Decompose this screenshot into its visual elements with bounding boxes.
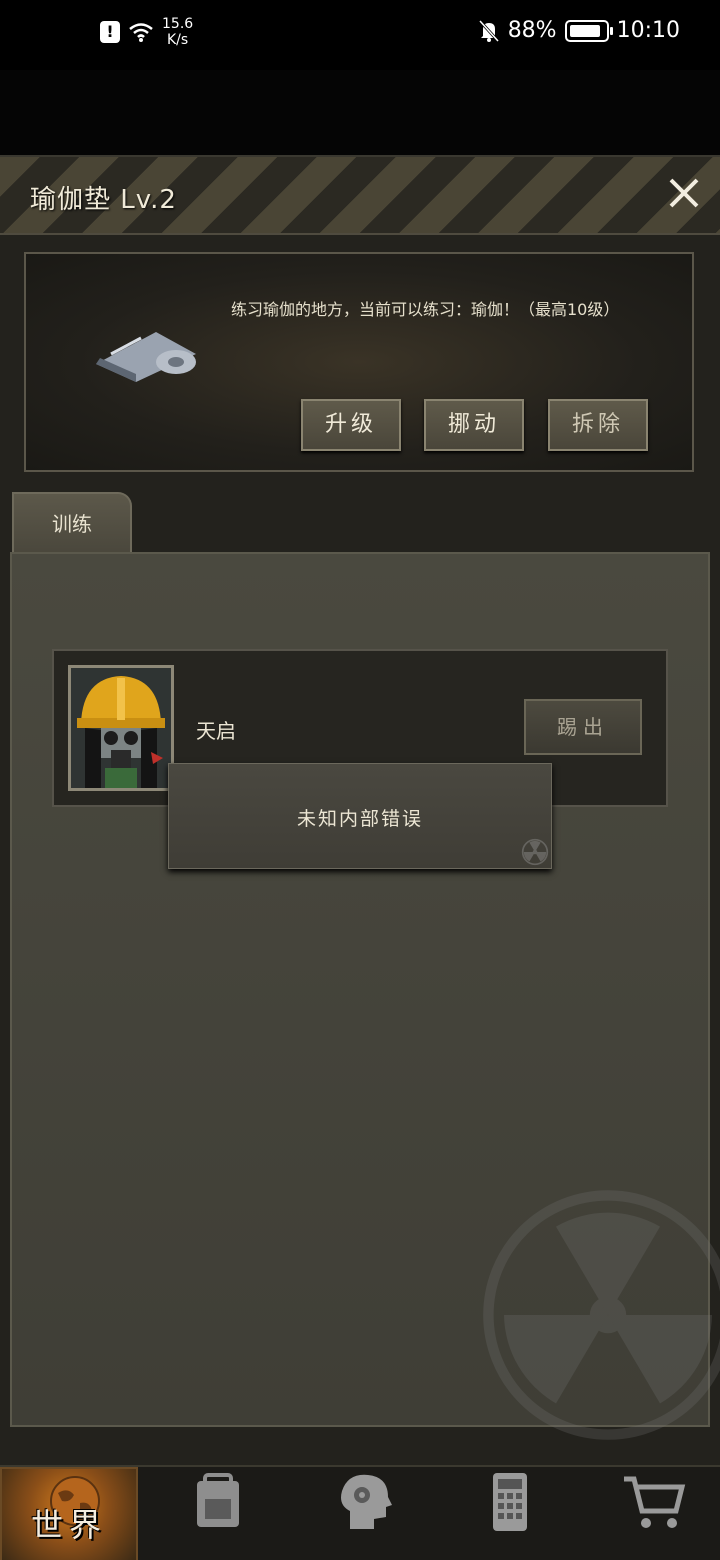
game-background xyxy=(0,70,720,160)
nav-character[interactable] xyxy=(292,1467,436,1560)
dialog-header: 瑜伽垫 Lv.2 xyxy=(0,157,720,235)
move-button[interactable]: 挪动 xyxy=(424,399,524,451)
building-description: 练习瑜伽的地方，当前可以练习：瑜伽！（最高10级） xyxy=(231,300,620,319)
clock: 10:10 xyxy=(616,18,680,43)
phone-icon xyxy=(493,1473,527,1531)
battery-icon xyxy=(564,19,613,42)
avatar-portrait xyxy=(71,668,171,788)
kick-button[interactable]: 踢出 xyxy=(524,699,642,755)
dialog-title: 瑜伽垫 Lv.2 xyxy=(30,185,177,215)
close-icon[interactable] xyxy=(666,175,702,211)
status-bar: ! 15.6 K/s 88% 10:10 xyxy=(0,0,720,70)
bottom-nav: 世界 xyxy=(0,1465,720,1560)
remove-button[interactable]: 拆除 xyxy=(548,399,648,451)
cart-icon xyxy=(624,1476,686,1528)
member-name: 天启 xyxy=(196,719,236,743)
yoga-mat-icon xyxy=(96,332,196,382)
battery-percent: 88% xyxy=(507,18,557,43)
member-avatar[interactable] xyxy=(68,665,174,791)
nav-world[interactable]: 世界 xyxy=(0,1467,138,1560)
head-gear-icon xyxy=(341,1474,392,1529)
nav-phone[interactable] xyxy=(437,1467,581,1560)
wifi-icon xyxy=(129,23,153,42)
error-toast: 未知内部错误 xyxy=(168,763,552,869)
nav-shop[interactable] xyxy=(582,1467,720,1560)
network-speed-value: 15.6 xyxy=(162,16,194,32)
status-left: ! 15.6 K/s xyxy=(100,16,193,48)
nav-world-label: 世界 xyxy=(30,1506,107,1544)
training-content: 天启 踢出 xyxy=(10,552,720,1440)
alert-icon: ! xyxy=(100,21,120,43)
bell-off-icon xyxy=(478,19,499,42)
tab-training[interactable]: 训练 xyxy=(12,492,132,554)
status-right: 88% 10:10 xyxy=(478,18,680,43)
radiation-icon xyxy=(521,838,549,866)
network-speed: 15.6 K/s xyxy=(162,16,193,48)
network-speed-unit: K/s xyxy=(166,32,189,48)
upgrade-button[interactable]: 升级 xyxy=(301,399,401,451)
backpack-icon xyxy=(197,1473,239,1527)
radiation-watermark-icon xyxy=(483,1190,720,1440)
nav-backpack[interactable] xyxy=(145,1467,289,1560)
building-info: 练习瑜伽的地方，当前可以练习：瑜伽！（最高10级） 升级 挪动 拆除 xyxy=(24,252,694,472)
error-message: 未知内部错误 xyxy=(296,808,423,830)
